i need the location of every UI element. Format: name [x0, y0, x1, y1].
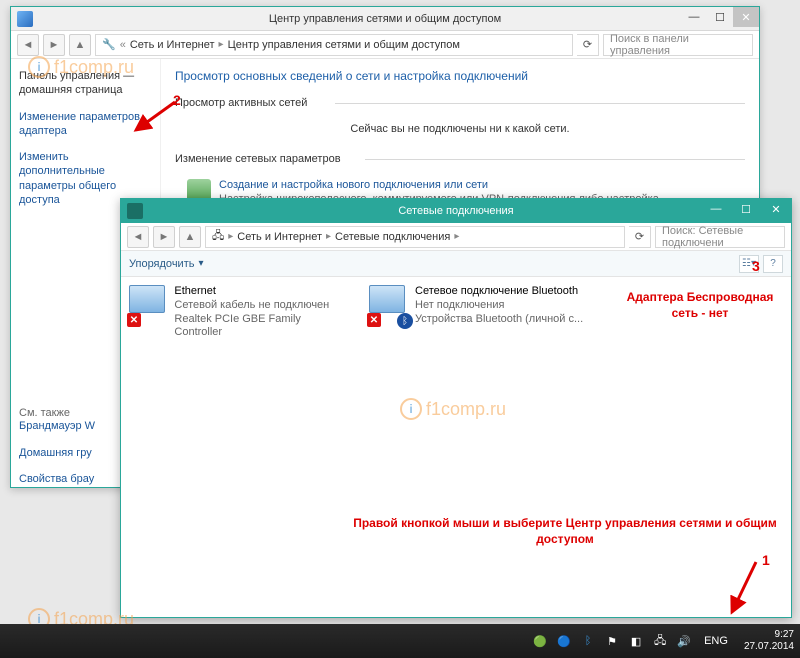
adapter-icon [129, 285, 165, 313]
up-button[interactable]: ▲ [69, 34, 91, 56]
clock-time: 9:27 [744, 629, 794, 641]
watermark: if1comp.ru [28, 56, 134, 78]
network-icon: 🖧 [212, 227, 224, 246]
maximize-button[interactable]: ☐ [707, 7, 733, 27]
minimize-button[interactable]: — [681, 7, 707, 27]
minimize-button[interactable]: — [701, 199, 731, 219]
wizard-link[interactable]: Создание и настройка нового подключения … [219, 179, 659, 191]
disconnected-icon: ✕ [367, 313, 381, 327]
window-controls: — ☐ ✕ [681, 7, 759, 27]
search-input[interactable]: Поиск в панели управления [603, 34, 753, 56]
organize-menu[interactable]: Упорядочить ▾ [129, 258, 204, 270]
forward-button[interactable]: ► [153, 226, 175, 248]
adapter-status: Нет подключения [415, 299, 583, 313]
annotation-number-2: 2 [173, 92, 181, 108]
toolbar: Упорядочить ▾ ☷▾ ? [121, 251, 791, 277]
search-placeholder: Поиск: Сетевые подключени [662, 225, 778, 249]
breadcrumb-seg1[interactable]: Сеть и Интернет [237, 231, 322, 243]
adapter-ethernet[interactable]: ✕ Ethernet Сетевой кабель не подключен R… [129, 285, 349, 609]
tray-language[interactable]: ENG [704, 635, 728, 647]
adapter-bluetooth[interactable]: ✕ ᛒ Сетевое подключение Bluetooth Нет по… [369, 285, 589, 609]
window-title: Центр управления сетями и общим доступом [269, 13, 501, 25]
window-controls: — ☐ ✕ [701, 199, 791, 219]
adapter-name: Ethernet [174, 285, 349, 299]
tray-network-icon[interactable]: 🖧 [652, 633, 668, 649]
tray-volume-icon[interactable]: 🔊 [676, 633, 692, 649]
sidebar-adapter-settings[interactable]: Изменение параметров адаптера [19, 110, 152, 139]
forward-button[interactable]: ► [43, 34, 65, 56]
annotation-number-1: 1 [762, 552, 770, 568]
chevron-right-icon: ▸ [326, 231, 331, 242]
chevron-right-icon: ▸ [228, 231, 233, 242]
page-heading: Просмотр основных сведений о сети и наст… [175, 69, 745, 83]
tray-skype-icon[interactable]: 🔵 [556, 633, 572, 649]
breadcrumb-seg2[interactable]: Сетевые подключения [335, 231, 450, 243]
tray-bluetooth-icon[interactable]: ᛒ [580, 633, 596, 649]
back-button[interactable]: ◄ [127, 226, 149, 248]
taskbar[interactable]: 🟢 🔵 ᛒ ⚑ ◧ 🖧 🔊 ENG 9:27 27.07.2014 [0, 624, 800, 658]
app-icon [17, 11, 33, 27]
search-input[interactable]: Поиск: Сетевые подключени [655, 226, 785, 248]
chevron-right-icon: « [120, 39, 126, 51]
bluetooth-icon: ᛒ [397, 313, 413, 329]
tray-security-icon[interactable]: ⚑ [604, 633, 620, 649]
titlebar[interactable]: Центр управления сетями и общим доступом… [11, 7, 759, 31]
tray-updates-icon[interactable]: ◧ [628, 633, 644, 649]
tray-messenger-icon[interactable]: 🟢 [532, 633, 548, 649]
adapter-device: Устройства Bluetooth (личной с... [415, 313, 583, 327]
breadcrumb-seg1[interactable]: Сеть и Интернет [130, 39, 215, 51]
refresh-button[interactable]: ⟳ [577, 34, 599, 56]
chevron-right-icon: ▸ [219, 39, 224, 50]
system-tray: 🟢 🔵 ᛒ ⚑ ◧ 🖧 🔊 ENG 9:27 27.07.2014 [532, 629, 794, 653]
breadcrumb-seg2[interactable]: Центр управления сетями и общим доступом [228, 39, 460, 51]
adapter-list: ✕ Ethernet Сетевой кабель не подключен R… [121, 277, 791, 617]
close-button[interactable]: ✕ [733, 7, 759, 27]
chevron-right-icon: ▸ [454, 231, 459, 242]
address-bar-row: ◄ ► ▲ 🖧 ▸ Сеть и Интернет ▸ Сетевые подк… [121, 223, 791, 251]
titlebar[interactable]: Сетевые подключения — ☐ ✕ [121, 199, 791, 223]
refresh-button[interactable]: ⟳ [629, 226, 651, 248]
disconnected-icon: ✕ [127, 313, 141, 327]
chevron-down-icon: ▾ [198, 258, 203, 269]
annotation-label-3: Адаптера Беспроводная сеть - нет [620, 290, 780, 321]
up-button[interactable]: ▲ [179, 226, 201, 248]
close-button[interactable]: ✕ [761, 199, 791, 219]
clock-date: 27.07.2014 [744, 641, 794, 653]
tray-clock[interactable]: 9:27 27.07.2014 [744, 629, 794, 653]
adapter-name: Сетевое подключение Bluetooth [415, 285, 583, 299]
adapter-status: Сетевой кабель не подключен [174, 299, 349, 313]
maximize-button[interactable]: ☐ [731, 199, 761, 219]
control-panel-icon: 🔧 [102, 38, 116, 51]
address-bar-row: ◄ ► ▲ 🔧 « Сеть и Интернет ▸ Центр управл… [11, 31, 759, 59]
section-active-networks: Просмотр активных сетей [175, 97, 745, 109]
address-bar[interactable]: 🔧 « Сеть и Интернет ▸ Центр управления с… [95, 34, 573, 56]
annotation-number-3: 3 [752, 258, 760, 274]
organize-label: Упорядочить [129, 258, 194, 270]
back-button[interactable]: ◄ [17, 34, 39, 56]
window-title: Сетевые подключения [398, 205, 513, 217]
no-network-message: Сейчас вы не подключены ни к какой сети. [175, 123, 745, 135]
annotation-hint-1: Правой кнопкой мыши и выберите Центр упр… [350, 516, 780, 547]
search-placeholder: Поиск в панели управления [610, 33, 746, 57]
section-network-settings: Изменение сетевых параметров [175, 153, 745, 165]
adapter-icon [369, 285, 405, 313]
adapter-device: Realtek PCIe GBE Family Controller [174, 313, 349, 341]
address-bar[interactable]: 🖧 ▸ Сеть и Интернет ▸ Сетевые подключени… [205, 226, 625, 248]
watermark: if1comp.ru [400, 398, 506, 420]
help-button[interactable]: ? [763, 255, 783, 273]
app-icon [127, 203, 143, 219]
